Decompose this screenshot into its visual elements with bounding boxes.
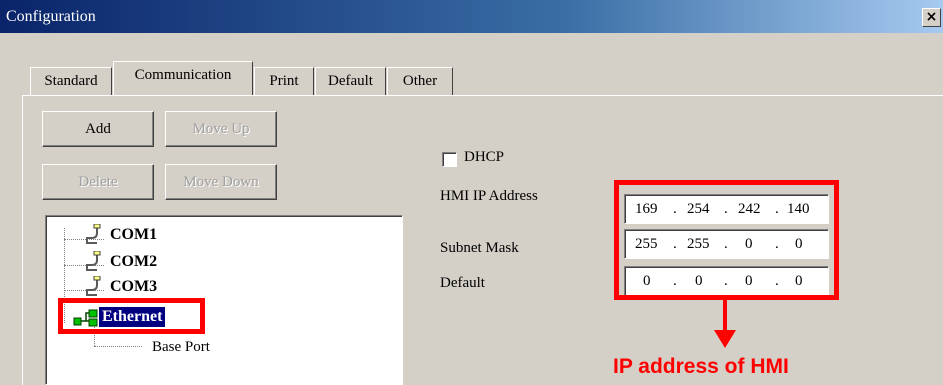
window-title: Configuration — [6, 8, 96, 25]
close-icon: × — [925, 9, 938, 25]
title-bar: Configuration × — [0, 0, 943, 33]
tab-standard[interactable]: Standard — [30, 67, 112, 95]
tab-other[interactable]: Other — [387, 67, 453, 95]
close-button[interactable]: × — [922, 8, 941, 27]
tab-print[interactable]: Print — [254, 67, 314, 95]
tab-panel — [22, 95, 943, 385]
tab-default[interactable]: Default — [315, 67, 386, 95]
tab-communication[interactable]: Communication — [113, 61, 253, 95]
